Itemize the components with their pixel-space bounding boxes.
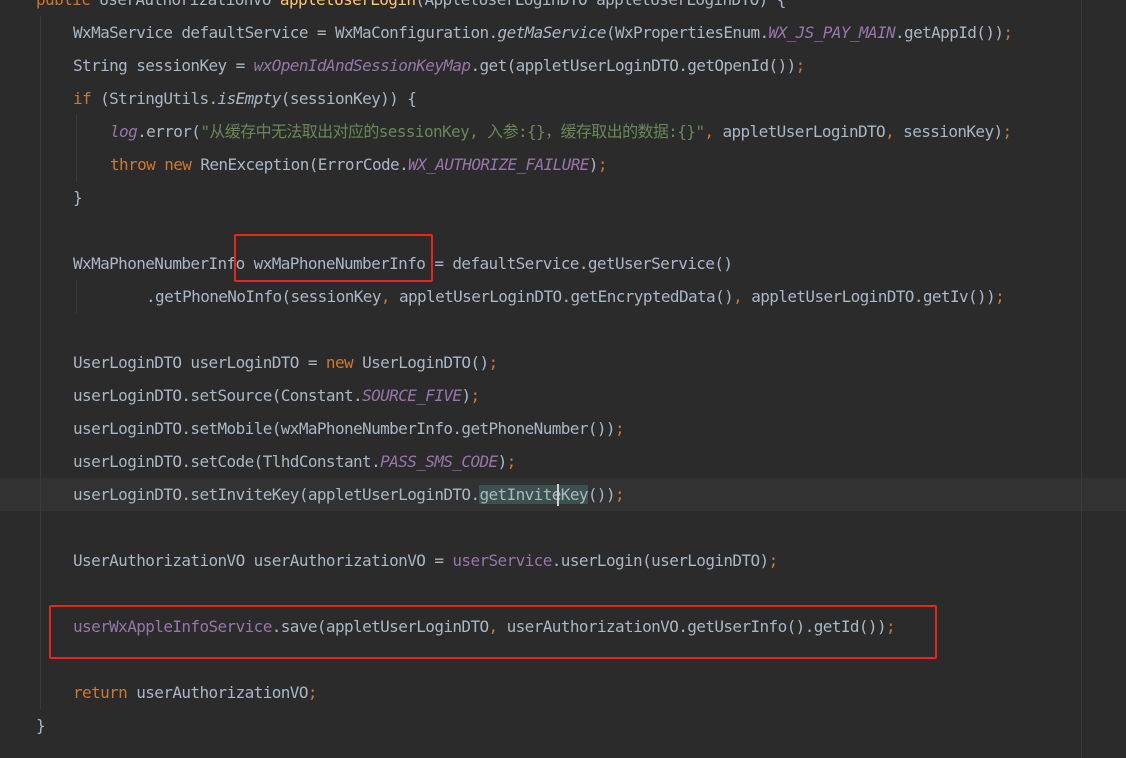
code-token: getInviteKey <box>479 485 588 504</box>
annotation-box-phone-info-var <box>234 234 433 282</box>
code-token: userLoginDTO.setSource(Constant. <box>73 386 363 405</box>
code-line: throw new RenException(ErrorCode.WX_AUTH… <box>0 148 1126 181</box>
indent-guide <box>40 16 41 709</box>
annotation-box-save-call <box>49 605 937 659</box>
code-token: ; <box>614 419 625 438</box>
code-line: userLoginDTO.setSource(Constant.SOURCE_F… <box>0 379 1126 412</box>
code-line: } <box>0 709 1126 742</box>
code-token: .getPhoneNoInfo(sessionKey <box>146 287 381 306</box>
code-token: isEmpty <box>217 89 282 108</box>
code-line: } <box>0 181 1126 214</box>
code-token: ; <box>995 287 1005 306</box>
code-line: return userAuthorizationVO; <box>0 676 1126 709</box>
code-token: ()) <box>587 485 616 504</box>
code-line: WxMaService defaultService = WxMaConfigu… <box>0 16 1126 49</box>
code-token: return <box>73 683 137 702</box>
code-token: public <box>36 0 99 9</box>
code-token: (WxPropertiesEnum. <box>605 23 769 42</box>
code-token: "从缓存中无法取出对应的sessionKey, 入参:{}，缓存取出的数据:{}… <box>200 122 705 141</box>
code-token: WX_AUTHORIZE_FAILURE <box>408 155 589 174</box>
code-token: sessionKey) <box>903 122 1003 141</box>
code-token: UserLoginDTO userLoginDTO = <box>73 353 326 372</box>
code-token: , <box>885 122 904 141</box>
code-token: .getAppId()) <box>895 23 1004 42</box>
code-token: String sessionKey = <box>73 56 254 75</box>
code-line: if (StringUtils.isEmpty(sessionKey)) { <box>0 82 1126 115</box>
code-token: WX_JS_PAY_MAIN <box>768 23 896 42</box>
code-token: ; <box>488 353 499 372</box>
code-token: userLoginDTO.setMobile(wxMaPhoneNumberIn… <box>73 419 616 438</box>
text-caret <box>557 484 559 506</box>
code-token: ; <box>1002 122 1013 141</box>
code-token: ; <box>506 452 517 471</box>
code-token: (AppletUserLoginDTO appletUserLoginDTO) … <box>415 0 786 9</box>
code-line: .getPhoneNoInfo(sessionKey, appletUserLo… <box>0 280 1126 313</box>
code-token: if <box>73 89 101 108</box>
code-token: wxOpenIdAndSessionKeyMap <box>253 56 471 75</box>
code-line: UserLoginDTO userLoginDTO = new UserLogi… <box>0 346 1126 379</box>
code-token: ; <box>307 683 318 702</box>
code-token: .userLogin(userLoginDTO) <box>551 551 769 570</box>
code-token: appletUserLoginDTO.getIv()) <box>751 287 996 306</box>
code-token: getMaService <box>497 23 607 42</box>
code-token: ; <box>768 551 779 570</box>
code-token: , <box>704 122 723 141</box>
code-token: throw new <box>110 155 201 174</box>
code-token: } <box>36 716 46 735</box>
code-token: ; <box>795 56 806 75</box>
code-token: ) <box>497 452 508 471</box>
indent-guide <box>76 115 77 181</box>
code-token: appletUserLoginDTO.getEncryptedData() <box>398 287 734 306</box>
code-token: userLoginDTO.setCode(TlhdConstant. <box>73 452 381 471</box>
code-line: public UserAuthorizationVO appletUserLog… <box>0 0 1126 16</box>
right-margin-guide <box>1081 0 1082 758</box>
code-token: .get(appletUserLoginDTO.getOpenId()) <box>470 56 796 75</box>
code-token: userService <box>452 551 552 570</box>
code-token: , <box>380 287 399 306</box>
code-token: WxMaService defaultService = WxMaConfigu… <box>73 23 498 42</box>
code-token: (sessionKey)) { <box>280 89 417 108</box>
code-token: appletUserLoginDTO <box>722 122 886 141</box>
code-token: PASS_SMS_CODE <box>380 452 498 471</box>
code-token: appletUserLogin <box>280 0 416 9</box>
code-token: } <box>73 188 83 207</box>
code-line: log.error("从缓存中无法取出对应的sessionKey, 入参:{}，… <box>0 115 1126 148</box>
code-token: ; <box>597 155 608 174</box>
code-line: userLoginDTO.setMobile(wxMaPhoneNumberIn… <box>0 412 1126 445</box>
code-line: UserAuthorizationVO userAuthorizationVO … <box>0 544 1126 577</box>
code-line: userLoginDTO.setCode(TlhdConstant.PASS_S… <box>0 445 1126 478</box>
code-token: ; <box>615 485 625 504</box>
code-line: WxMaPhoneNumberInfo wxMaPhoneNumberInfo … <box>0 247 1126 280</box>
code-token: UserLoginDTO() <box>362 353 489 372</box>
code-token: userAuthorizationVO <box>136 683 308 702</box>
current-code-line: userLoginDTO.setInviteKey(appletUserLogi… <box>0 478 1126 511</box>
code-token: UserAuthorizationVO <box>99 0 280 9</box>
code-token: log <box>110 122 138 141</box>
code-token: ; <box>1003 23 1013 42</box>
code-token: (StringUtils. <box>100 89 218 108</box>
code-token: RenException(ErrorCode. <box>200 155 409 174</box>
code-token: UserAuthorizationVO userAuthorizationVO … <box>73 551 453 570</box>
code-token: , <box>733 287 752 306</box>
code-token: new <box>325 353 363 372</box>
code-line: String sessionKey = wxOpenIdAndSessionKe… <box>0 49 1126 82</box>
code-token: SOURCE_FIVE <box>362 386 462 405</box>
code-token: userLoginDTO.setInviteKey(appletUserLogi… <box>73 485 480 504</box>
code-token: ; <box>470 386 480 405</box>
indent-guide <box>76 280 77 313</box>
code-token: .error( <box>137 122 201 141</box>
code-editor[interactable]: public UserAuthorizationVO appletUserLog… <box>0 0 1126 758</box>
code-token: ) <box>588 155 599 174</box>
